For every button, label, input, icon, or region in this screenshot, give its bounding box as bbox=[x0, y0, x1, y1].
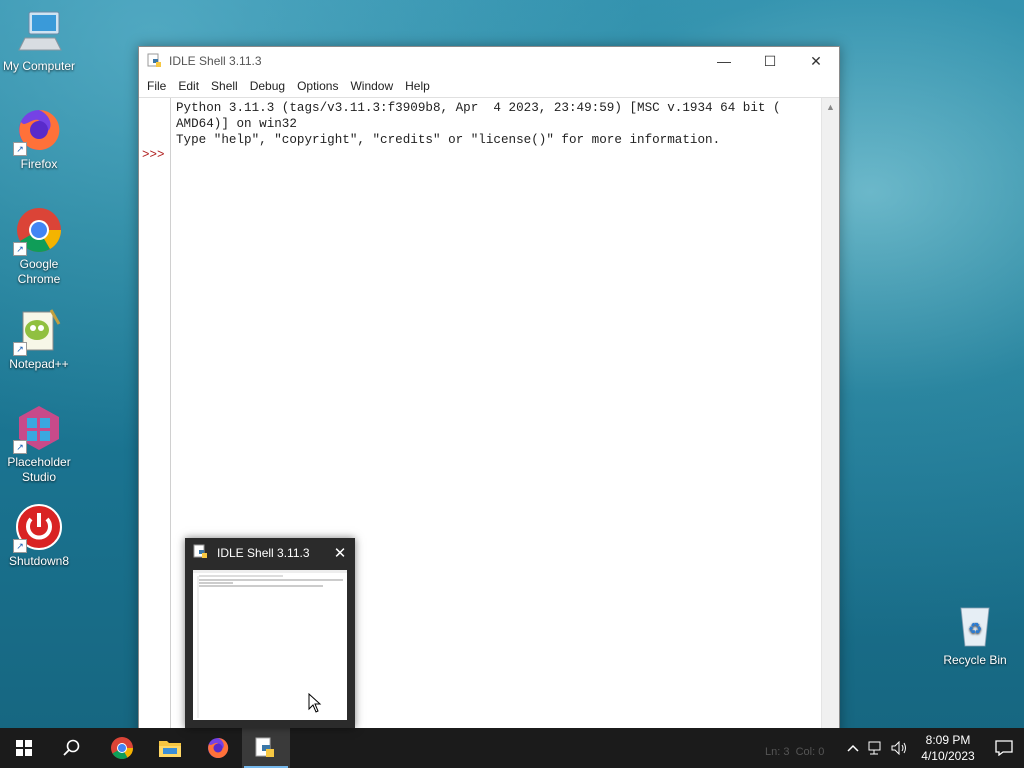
window-titlebar[interactable]: IDLE Shell 3.11.3 — ☐ ✕ bbox=[139, 47, 839, 75]
desktop-icon-label: Notepad++ bbox=[9, 357, 69, 371]
search-button[interactable] bbox=[48, 728, 96, 768]
taskbar-idle-python[interactable] bbox=[242, 728, 290, 768]
output-line: AMD64)] on win32 bbox=[176, 117, 297, 131]
minimize-button[interactable]: — bbox=[701, 47, 747, 75]
output-line: Python 3.11.3 (tags/v3.11.3:f3909b8, Apr… bbox=[176, 101, 781, 115]
chrome-icon bbox=[111, 737, 133, 759]
firefox-icon bbox=[208, 737, 229, 758]
clock-time: 8:09 PM bbox=[925, 733, 971, 747]
preview-title: IDLE Shell 3.11.3 bbox=[217, 546, 310, 560]
system-tray: 8:09 PM 4/10/2023 bbox=[842, 728, 1024, 768]
menu-file[interactable]: File bbox=[141, 79, 172, 93]
vertical-scrollbar[interactable]: ▲ bbox=[821, 98, 839, 737]
menu-debug[interactable]: Debug bbox=[244, 79, 291, 93]
clock[interactable]: 8:09 PM 4/10/2023 bbox=[912, 732, 984, 764]
taskbar-file-explorer[interactable] bbox=[146, 728, 194, 768]
shutdown-icon: ↗ bbox=[13, 503, 63, 553]
desktop-icon-label: My Computer bbox=[2, 59, 76, 73]
preview-close-button[interactable]: ✕ bbox=[325, 544, 355, 562]
desktop-icon-notepadpp[interactable]: ↗ Notepad++ bbox=[0, 306, 78, 372]
firefox-icon: ↗ bbox=[13, 106, 63, 156]
desktop-icon-label: Firefox bbox=[20, 157, 58, 171]
svg-text:♻: ♻ bbox=[968, 619, 982, 638]
shell-prompt: >>> bbox=[142, 148, 165, 162]
menu-edit[interactable]: Edit bbox=[172, 79, 205, 93]
menu-shell[interactable]: Shell bbox=[205, 79, 244, 93]
output-line: Type "help", "copyright", "credits" or "… bbox=[176, 133, 721, 147]
desktop-icon-label: Recycle Bin bbox=[943, 653, 1007, 667]
notification-center-icon[interactable] bbox=[984, 728, 1024, 768]
taskbar-window-preview[interactable]: IDLE Shell 3.11.3 ✕ bbox=[185, 538, 355, 728]
desktop-icon-shutdown8[interactable]: ↗ Shutdown8 bbox=[0, 503, 78, 569]
folder-icon bbox=[159, 741, 181, 757]
clock-date: 4/10/2023 bbox=[921, 749, 975, 763]
start-button[interactable] bbox=[0, 728, 48, 768]
scroll-up-arrow-icon[interactable]: ▲ bbox=[822, 98, 839, 115]
python-icon bbox=[193, 544, 209, 563]
menu-help[interactable]: Help bbox=[399, 79, 436, 93]
menu-bar: File Edit Shell Debug Options Window Hel… bbox=[139, 75, 839, 97]
preview-thumbnail[interactable] bbox=[193, 570, 347, 720]
taskbar-firefox[interactable] bbox=[194, 728, 242, 768]
menu-options[interactable]: Options bbox=[291, 79, 344, 93]
taskbar-chrome[interactable] bbox=[98, 728, 146, 768]
close-button[interactable]: ✕ bbox=[793, 47, 839, 75]
maximize-button[interactable]: ☐ bbox=[747, 47, 793, 75]
shell-output[interactable]: Python 3.11.3 (tags/v3.11.3:f3909b8, Apr… bbox=[176, 100, 819, 148]
menu-window[interactable]: Window bbox=[344, 79, 399, 93]
window-title: IDLE Shell 3.11.3 bbox=[169, 54, 262, 68]
volume-icon[interactable] bbox=[888, 728, 912, 768]
desktop-icon-chrome[interactable]: ↗ Google Chrome bbox=[0, 206, 78, 287]
tray-chevron-up-icon[interactable] bbox=[842, 728, 864, 768]
windows-logo-icon bbox=[16, 740, 32, 756]
desktop-icon-my-computer[interactable]: My Computer bbox=[0, 8, 78, 74]
python-icon bbox=[147, 53, 163, 69]
taskbar: Ln: 3 Col: 0 8:09 PM 4/10/2023 bbox=[0, 728, 1024, 768]
preview-header: IDLE Shell 3.11.3 ✕ bbox=[185, 538, 355, 568]
desktop-icon-label: Placeholder Studio bbox=[7, 455, 71, 484]
search-icon bbox=[63, 739, 80, 756]
mouse-cursor-icon bbox=[308, 692, 322, 718]
notepadpp-icon: ↗ bbox=[13, 306, 63, 356]
computer-icon bbox=[15, 8, 63, 56]
desktop-icon-label: Shutdown8 bbox=[8, 554, 70, 568]
status-line-col: Ln: 3 Col: 0 bbox=[765, 746, 825, 758]
network-icon[interactable] bbox=[864, 728, 888, 768]
python-icon bbox=[255, 737, 274, 757]
prompt-gutter: >>> bbox=[139, 98, 171, 737]
desktop-icon-recycle-bin[interactable]: ♻ Recycle Bin bbox=[936, 602, 1014, 668]
desktop-icon-label: Google Chrome bbox=[17, 257, 61, 286]
placeholder-studio-icon: ↗ bbox=[13, 404, 63, 454]
chrome-icon: ↗ bbox=[13, 206, 63, 256]
desktop-icon-placeholder-studio[interactable]: ↗ Placeholder Studio bbox=[0, 404, 78, 485]
desktop-icon-firefox[interactable]: ↗ Firefox bbox=[0, 106, 78, 172]
recycle-bin-icon: ♻ bbox=[951, 602, 999, 650]
